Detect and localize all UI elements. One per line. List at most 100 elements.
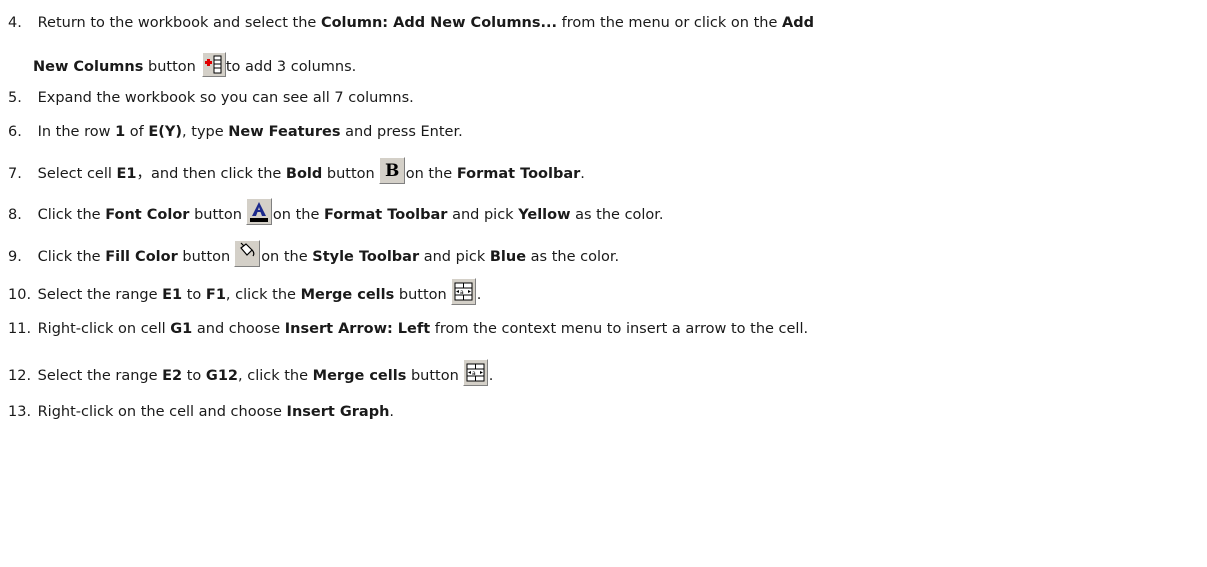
text-run: . — [476, 287, 482, 303]
text-run: and pick — [447, 207, 519, 223]
text-run: and choose — [192, 321, 285, 337]
step-number: 10. — [8, 287, 32, 303]
color-name: Yellow — [518, 207, 571, 223]
step-8: 8. Click the Font Color button on the Fo… — [0, 198, 664, 225]
fill-color-icon — [234, 240, 261, 267]
text-run: as the color. — [526, 249, 620, 265]
cell-ref: E1 — [162, 287, 183, 303]
button-name: Bold — [285, 166, 323, 182]
menu-command: Insert Arrow: Left — [284, 321, 431, 337]
text-run: to — [182, 368, 206, 384]
menu-command: Insert Graph — [286, 404, 390, 420]
step-text: Select the range E2 to G12, click the Me… — [37, 359, 494, 386]
step-4: 4. Return to the workbook and select the… — [0, 13, 814, 33]
step-11: 11. Right-click on cell G1 and choose In… — [0, 319, 808, 339]
cell-ref: F1 — [205, 287, 226, 303]
cell-ref: G12 — [205, 368, 239, 384]
text-run: Select the range — [37, 368, 163, 384]
step-text: Right-click on cell G1 and choose Insert… — [38, 321, 809, 337]
text-run: from the menu or click on the — [557, 15, 782, 31]
step-text: Return to the workbook and select the Co… — [38, 15, 814, 31]
text-run: . — [580, 166, 585, 182]
text-run: to add 3 columns. — [225, 59, 357, 75]
svg-text:a: a — [472, 370, 476, 377]
text-run: Return to the workbook and select the — [37, 15, 321, 31]
text-run: on the — [261, 249, 313, 265]
step-number: 5. — [8, 90, 22, 106]
svg-text:B: B — [385, 161, 399, 181]
step-text: Expand the workbook so you can see all 7… — [37, 90, 414, 106]
add-new-columns-icon — [201, 52, 226, 77]
text-run: button — [189, 207, 242, 223]
text-run: Right-click on cell — [37, 321, 171, 337]
step-number: 6. — [8, 124, 22, 140]
row-ref: 1 — [115, 124, 126, 140]
step-text: Right-click on the cell and choose Inser… — [38, 404, 394, 420]
step-number: 4. — [8, 15, 22, 31]
text-run: and pick — [419, 249, 490, 265]
text-run: button — [322, 166, 375, 182]
cell-ref: E2 — [162, 368, 183, 384]
text-run: on the — [272, 207, 324, 223]
toolbar-name: Style Toolbar — [312, 249, 420, 265]
text-run: Right-click on the cell and choose — [37, 404, 287, 420]
menu-path: Column: Add New Columns... — [320, 15, 558, 31]
font-color-icon — [245, 198, 272, 225]
text-run: Click the — [37, 207, 106, 223]
text-run: . — [389, 404, 395, 420]
text-run: Select cell — [37, 166, 117, 182]
cell-ref: G1 — [170, 321, 193, 337]
typed-text: New Features — [228, 124, 341, 140]
step-text: Select the range E1 to F1, click the Mer… — [37, 278, 482, 305]
step-12: 12. Select the range E2 to G12, click th… — [0, 359, 493, 386]
step-9: 9. Click the Fill Color button on the St… — [0, 240, 619, 267]
step-13: 13. Right-click on the cell and choose I… — [0, 402, 394, 422]
text-run: Select the range — [37, 287, 163, 303]
toolbar-name: Format Toolbar — [456, 166, 581, 182]
step-text: Click the Font Color button on the Forma… — [37, 198, 664, 225]
toolbar-name: Format Toolbar — [323, 207, 448, 223]
color-name: Blue — [489, 249, 527, 265]
step-5: 5. Expand the workbook so you can see al… — [0, 88, 414, 108]
text-run: of — [125, 124, 149, 140]
step-number: 8. — [8, 207, 22, 223]
text-run: button — [394, 287, 447, 303]
step-10: 10. Select the range E1 to F1, click the… — [0, 278, 481, 305]
svg-text:a: a — [460, 289, 464, 296]
text-run: on the — [405, 166, 457, 182]
step-number: 13. — [8, 404, 32, 420]
text-run: . — [488, 368, 494, 384]
text-run: ，and then click the — [136, 166, 286, 182]
text-run: and press Enter. — [340, 124, 463, 140]
column-ref: E(Y) — [148, 124, 183, 140]
cell-ref: E1 — [116, 166, 137, 182]
bold-icon: B — [378, 157, 405, 184]
step-number: 11. — [8, 321, 32, 337]
step-6: 6. In the row 1 of E(Y), type New Featur… — [0, 122, 463, 142]
text-run: to — [182, 287, 206, 303]
step-4-continued: New Columns button to add 3 columns. — [33, 52, 356, 77]
text-run: button — [143, 59, 196, 75]
button-name: Fill Color — [105, 249, 178, 265]
button-name: New Columns — [33, 59, 144, 75]
step-text: Select cell E1，and then click the Bold b… — [37, 157, 585, 184]
button-name: Font Color — [105, 207, 190, 223]
step-number: 12. — [8, 368, 32, 384]
text-run: button — [406, 368, 459, 384]
text-run: , click the — [225, 287, 301, 303]
text-run: from the context menu to insert a arrow … — [430, 321, 809, 337]
step-text: In the row 1 of E(Y), type New Features … — [38, 124, 463, 140]
text-run: button — [177, 249, 231, 265]
step-text: Click the Fill Color button on the Style… — [37, 240, 620, 267]
text-run: , type — [182, 124, 229, 140]
button-name: Merge cells — [300, 287, 395, 303]
text-run: as the color. — [570, 207, 664, 223]
text-run: In the row — [37, 124, 116, 140]
button-name: Merge cells — [312, 368, 407, 384]
button-name: Add — [781, 15, 814, 31]
text-run: Click the — [37, 249, 106, 265]
step-number: 9. — [8, 249, 22, 265]
merge-cells-icon: a — [450, 278, 476, 305]
step-7: 7. Select cell E1，and then click the Bol… — [0, 157, 585, 184]
merge-cells-icon: a — [462, 359, 488, 386]
